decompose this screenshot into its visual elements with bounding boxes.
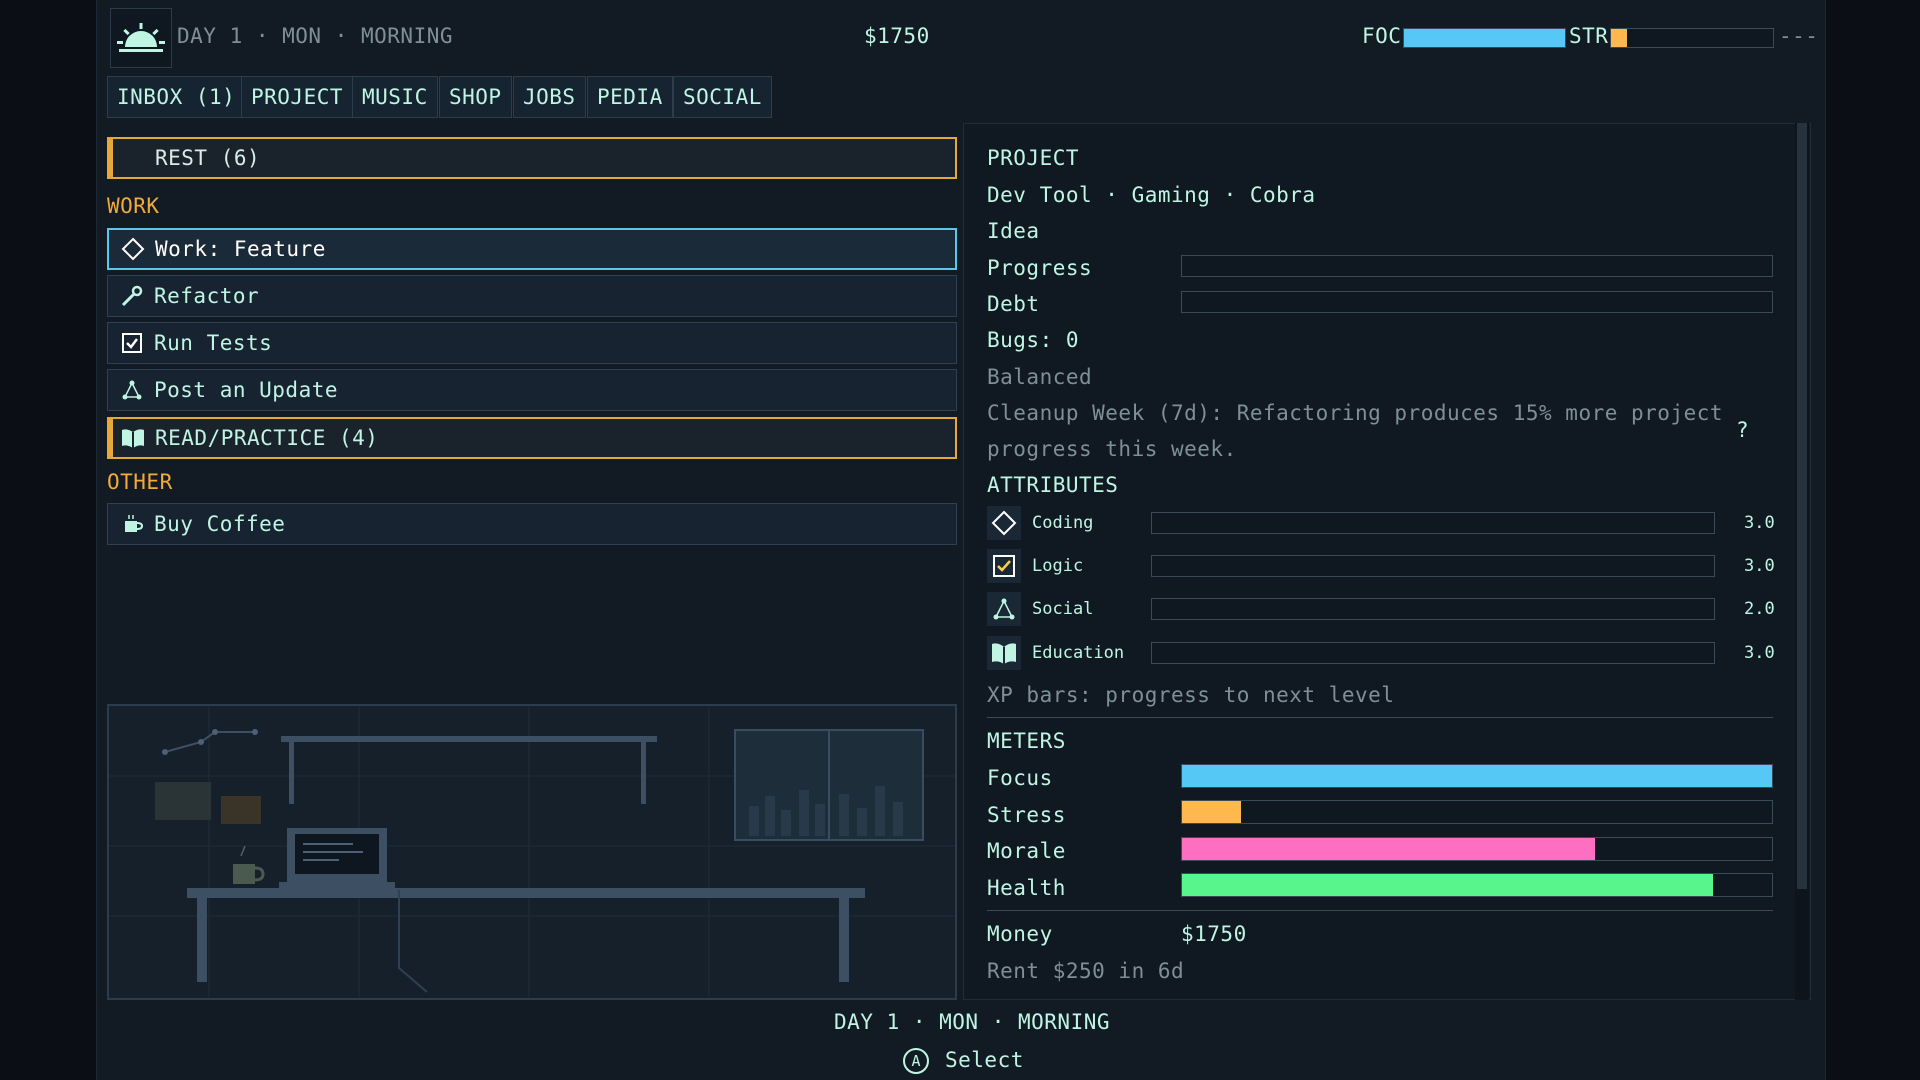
- post-update-action[interactable]: Post an Update: [107, 369, 957, 411]
- attribute-coding-label: Coding: [1032, 513, 1094, 533]
- meter-stress-bar: [1181, 800, 1773, 824]
- money-value: $1750: [1181, 922, 1247, 946]
- scrollbar-thumb[interactable]: [1797, 123, 1807, 889]
- project-stage: Idea: [987, 219, 1040, 243]
- tab-project[interactable]: PROJECT: [241, 76, 354, 118]
- workspace-illustration: [107, 704, 957, 1000]
- attribute-logic-xp-bar: [1151, 555, 1715, 577]
- panel-scrollbar[interactable]: [1795, 123, 1809, 1000]
- checkbox-icon: [987, 549, 1021, 583]
- meter-health-bar: [1181, 873, 1773, 897]
- read-practice-action[interactable]: READ/PRACTICE (4): [107, 417, 957, 459]
- tab-pedia[interactable]: PEDIA: [587, 76, 673, 118]
- attribute-education-value: 3.0: [1744, 643, 1775, 663]
- stress-short-label: STR: [1569, 24, 1609, 48]
- book-icon: [117, 422, 149, 454]
- header-stress-bar: [1610, 28, 1774, 48]
- meter-focus-label: Focus: [987, 766, 1053, 790]
- header-trailing-indicator: ---: [1779, 24, 1819, 48]
- wrench-icon: [116, 280, 148, 312]
- attribute-social-xp-bar: [1151, 598, 1715, 620]
- attribute-logic-value: 3.0: [1744, 556, 1775, 576]
- work-feature-action[interactable]: Work: Feature: [107, 228, 957, 270]
- rest-label: REST (6): [155, 146, 261, 170]
- day-time-label: DAY 1 · MON · MORNING: [177, 24, 454, 48]
- attribute-coding-value: 3.0: [1744, 513, 1775, 533]
- tab-social[interactable]: SOCIAL: [673, 76, 772, 118]
- code-icon: [987, 506, 1021, 540]
- tab-jobs[interactable]: JOBS: [513, 76, 586, 118]
- attributes-header: ATTRIBUTES: [987, 473, 1119, 497]
- a-button-icon: A: [903, 1048, 929, 1074]
- meter-morale-label: Morale: [987, 839, 1066, 863]
- post-update-label: Post an Update: [154, 378, 339, 402]
- money-display: $1750: [864, 24, 930, 48]
- tab-music[interactable]: MUSIC: [352, 76, 438, 118]
- time-of-day-icon: [110, 8, 172, 68]
- attribute-social-value: 2.0: [1744, 599, 1775, 619]
- coffee-icon: [116, 508, 148, 540]
- money-label: Money: [987, 922, 1053, 946]
- rent-due: Rent $250 in 6d: [987, 959, 1185, 983]
- attribute-social-label: Social: [1032, 599, 1094, 619]
- attribute-coding-xp-bar: [1151, 512, 1715, 534]
- project-debt-bar: [1181, 291, 1773, 313]
- select-prompt[interactable]: Select: [945, 1048, 1024, 1072]
- event-description-line1: Cleanup Week (7d): Refactoring produces …: [987, 401, 1724, 425]
- meter-health-label: Health: [987, 876, 1066, 900]
- focus-short-label: FOC: [1362, 24, 1402, 48]
- event-description-line2: progress this week.: [987, 437, 1237, 461]
- attribute-education-xp-bar: [1151, 642, 1715, 664]
- section-divider: [987, 717, 1773, 718]
- event-help-icon[interactable]: ?: [1736, 418, 1749, 442]
- project-progress-bar: [1181, 255, 1773, 277]
- code-icon: [117, 233, 149, 265]
- buy-coffee-action[interactable]: Buy Coffee: [107, 503, 957, 545]
- read-practice-label: READ/PRACTICE (4): [155, 426, 379, 450]
- social-icon: [987, 592, 1021, 626]
- project-header: PROJECT: [987, 146, 1080, 170]
- tab-inbox[interactable]: INBOX (1): [107, 76, 246, 118]
- meters-header: METERS: [987, 729, 1066, 753]
- meter-stress-label: Stress: [987, 803, 1066, 827]
- work-feature-label: Work: Feature: [155, 237, 326, 261]
- social-icon: [116, 374, 148, 406]
- balance-status: Balanced: [987, 365, 1093, 389]
- header-focus-bar: [1403, 28, 1566, 48]
- meter-morale-bar: [1181, 837, 1773, 861]
- attribute-education-label: Education: [1032, 643, 1125, 663]
- run-tests-action[interactable]: Run Tests: [107, 322, 957, 364]
- attribute-logic-label: Logic: [1032, 556, 1084, 576]
- work-section-header: WORK: [107, 194, 160, 218]
- refactor-label: Refactor: [154, 284, 260, 308]
- meter-focus-bar: [1181, 764, 1773, 788]
- footer-day-time: DAY 1 · MON · MORNING: [834, 1010, 1111, 1034]
- project-subtitle: Dev Tool · Gaming · Cobra: [987, 183, 1316, 207]
- run-tests-label: Run Tests: [154, 331, 273, 355]
- other-section-header: OTHER: [107, 470, 173, 494]
- checkbox-icon: [116, 327, 148, 359]
- refactor-action[interactable]: Refactor: [107, 275, 957, 317]
- progress-label: Progress: [987, 256, 1093, 280]
- tab-shop[interactable]: SHOP: [439, 76, 512, 118]
- buy-coffee-label: Buy Coffee: [154, 512, 286, 536]
- book-icon: [987, 636, 1021, 670]
- debt-label: Debt: [987, 292, 1040, 316]
- xp-bars-note: XP bars: progress to next level: [987, 683, 1395, 707]
- rest-action[interactable]: REST (6): [107, 137, 957, 179]
- section-divider: [987, 910, 1773, 911]
- moon-icon: [117, 142, 149, 174]
- bugs-count: Bugs: 0: [987, 328, 1080, 352]
